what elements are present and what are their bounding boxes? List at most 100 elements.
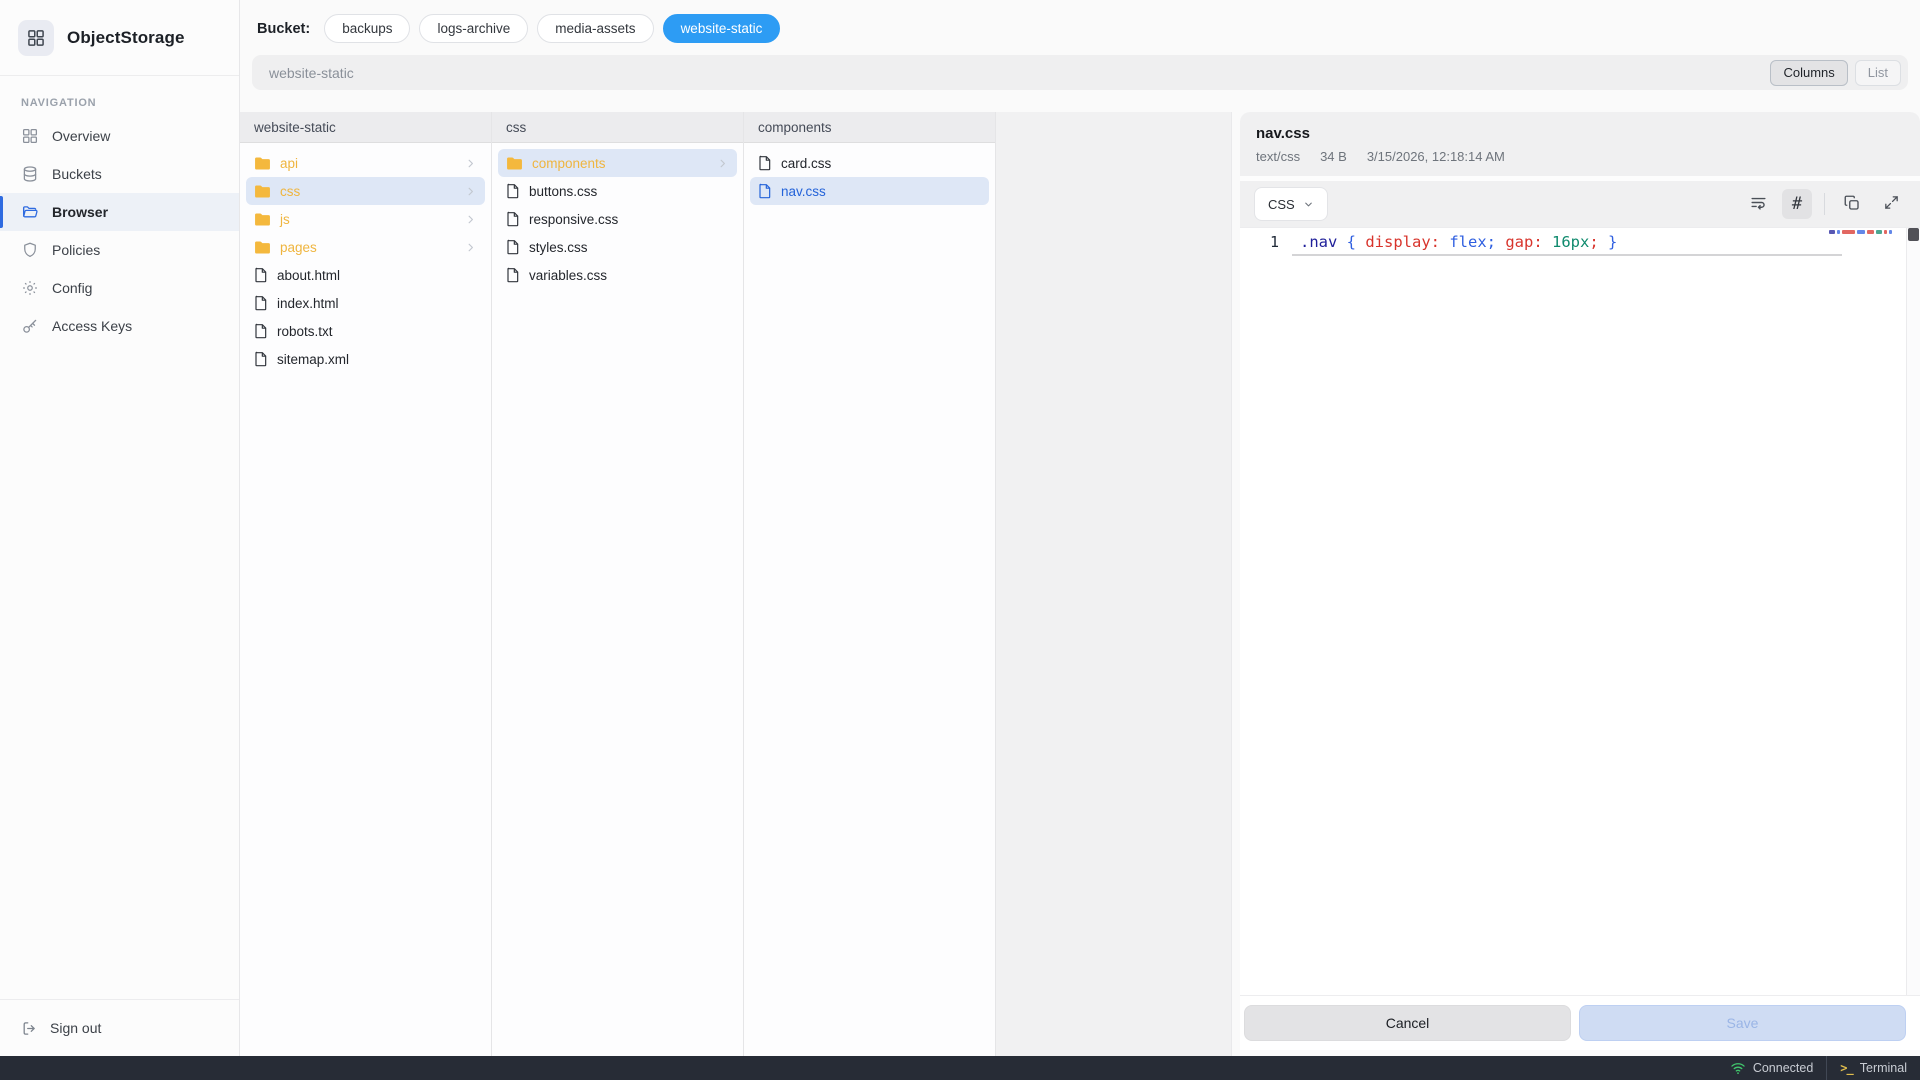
minimap-mark bbox=[1837, 230, 1840, 234]
wifi-icon bbox=[1730, 1061, 1746, 1075]
sidebar-item-buckets[interactable]: Buckets bbox=[0, 155, 239, 193]
entry-name: api bbox=[280, 156, 298, 171]
sign-out-label: Sign out bbox=[50, 1020, 101, 1036]
folder-row-css[interactable]: css bbox=[246, 177, 485, 205]
file-row-responsive-css[interactable]: responsive.css bbox=[498, 205, 737, 233]
file-row-variables-css[interactable]: variables.css bbox=[498, 261, 737, 289]
folder-row-components[interactable]: components bbox=[498, 149, 737, 177]
column-header: css bbox=[492, 112, 743, 143]
connection-status: Connected bbox=[1717, 1056, 1826, 1080]
bucket-pill-list: backups logs-archive media-assets website-s… bbox=[324, 14, 780, 43]
file-row-nav-css[interactable]: nav.css bbox=[750, 177, 989, 205]
chevron-right-icon bbox=[716, 157, 729, 170]
entry-name: sitemap.xml bbox=[277, 352, 349, 367]
minimap-mark bbox=[1829, 230, 1835, 234]
miller-columns: website-staticapicssjspagesabout.htmlind… bbox=[240, 112, 1232, 1056]
language-select[interactable]: CSS bbox=[1254, 187, 1328, 221]
code-token: .nav bbox=[1300, 233, 1347, 251]
editor-footer: Cancel Save bbox=[1240, 995, 1920, 1050]
file-icon bbox=[506, 239, 520, 255]
folder-row-pages[interactable]: pages bbox=[246, 233, 485, 261]
bucket-pill-media-assets[interactable]: media-assets bbox=[537, 14, 653, 43]
folder-open-icon bbox=[21, 203, 39, 221]
code-line[interactable]: .nav { display: flex; gap: 16px; } bbox=[1292, 233, 1842, 256]
toolbar-divider bbox=[1824, 193, 1825, 215]
column-css: css components buttons.css responsive.css st… bbox=[492, 112, 744, 1056]
code-token: gap: bbox=[1496, 233, 1543, 251]
app-logo: ObjectStorage bbox=[0, 0, 239, 76]
language-select-value: CSS bbox=[1268, 197, 1295, 212]
terminal-label: Terminal bbox=[1860, 1061, 1907, 1075]
copy-button[interactable] bbox=[1837, 189, 1867, 219]
entry-name: components bbox=[532, 156, 606, 171]
code-token: { bbox=[1347, 233, 1366, 251]
code-token: 16px bbox=[1543, 233, 1590, 251]
file-icon bbox=[254, 267, 268, 283]
file-row-buttons-css[interactable]: buttons.css bbox=[498, 177, 737, 205]
entry-name: responsive.css bbox=[529, 212, 618, 227]
nav-section-label: NAVIGATION bbox=[21, 97, 239, 109]
sidebar-item-access-keys[interactable]: Access Keys bbox=[0, 307, 239, 345]
word-wrap-button[interactable] bbox=[1743, 189, 1773, 219]
file-row-sitemap-xml[interactable]: sitemap.xml bbox=[246, 345, 485, 373]
save-button[interactable]: Save bbox=[1579, 1005, 1906, 1041]
logout-icon bbox=[21, 1020, 38, 1037]
view-list-button[interactable]: List bbox=[1855, 60, 1901, 86]
bucket-pill-logs-archive[interactable]: logs-archive bbox=[419, 14, 528, 43]
file-size: 34 B bbox=[1320, 149, 1347, 164]
file-icon bbox=[758, 183, 772, 199]
copy-icon bbox=[1843, 194, 1861, 215]
code-token: flex; bbox=[1440, 233, 1496, 251]
sign-out-button[interactable]: Sign out bbox=[0, 999, 239, 1056]
folder-row-api[interactable]: api bbox=[246, 149, 485, 177]
sidebar-item-browser[interactable]: Browser bbox=[0, 193, 239, 231]
editor-scrollbar-thumb[interactable] bbox=[1908, 228, 1919, 241]
entry-name: pages bbox=[280, 240, 317, 255]
sidebar-item-label: Browser bbox=[52, 204, 108, 220]
file-icon bbox=[758, 155, 772, 171]
path-bar: website-static Columns List bbox=[252, 55, 1908, 90]
view-toggle: Columns List bbox=[1770, 60, 1901, 86]
column-components: componentscard.cssnav.css bbox=[744, 112, 996, 1056]
minimap-mark bbox=[1876, 230, 1882, 234]
fullscreen-button[interactable] bbox=[1876, 189, 1906, 219]
sidebar-item-label: Access Keys bbox=[52, 318, 132, 334]
sidebar-nav: OverviewBuckets Browser Policies Config Acce… bbox=[0, 117, 239, 345]
file-header: nav.css text/css 34 B 3/15/2026, 12:18:1… bbox=[1240, 112, 1920, 176]
file-modified: 3/15/2026, 12:18:14 AM bbox=[1367, 149, 1505, 164]
view-columns-button[interactable]: Columns bbox=[1770, 60, 1847, 86]
grid-icon bbox=[21, 127, 39, 145]
entry-name: robots.txt bbox=[277, 324, 333, 339]
minimap-mark bbox=[1884, 230, 1887, 234]
file-row-styles-css[interactable]: styles.css bbox=[498, 233, 737, 261]
bucket-pill-backups[interactable]: backups bbox=[324, 14, 410, 43]
folder-solid-icon bbox=[254, 212, 271, 227]
bucket-pill-website-static[interactable]: website-static bbox=[663, 14, 781, 43]
cancel-button[interactable]: Cancel bbox=[1244, 1005, 1571, 1041]
sidebar-item-policies[interactable]: Policies bbox=[0, 231, 239, 269]
file-name: nav.css bbox=[1256, 125, 1904, 142]
code-line-row: 1 .nav { display: flex; gap: 16px; } bbox=[1240, 228, 1920, 256]
column-body: api cssjs pages about.html index.html robots.… bbox=[240, 143, 491, 379]
file-row-about-html[interactable]: about.html bbox=[246, 261, 485, 289]
file-row-card-css[interactable]: card.css bbox=[750, 149, 989, 177]
code-editor[interactable]: 1 .nav { display: flex; gap: 16px; } bbox=[1240, 227, 1920, 995]
sidebar-item-label: Policies bbox=[52, 242, 100, 258]
terminal-button[interactable]: >_ Terminal bbox=[1827, 1056, 1920, 1080]
minimap-mark bbox=[1867, 230, 1873, 234]
editor-toolbar: CSS bbox=[1240, 181, 1920, 227]
app-title: ObjectStorage bbox=[67, 28, 185, 48]
folder-row-js[interactable]: js bbox=[246, 205, 485, 233]
current-path: website-static bbox=[269, 65, 354, 81]
chevron-down-icon bbox=[1303, 199, 1314, 210]
minimap-mark bbox=[1842, 230, 1855, 234]
chevron-right-icon bbox=[464, 157, 477, 170]
line-numbers-button[interactable]: # bbox=[1782, 189, 1812, 219]
file-row-robots-txt[interactable]: robots.txt bbox=[246, 317, 485, 345]
entry-name: about.html bbox=[277, 268, 340, 283]
sidebar-item-overview[interactable]: Overview bbox=[0, 117, 239, 155]
sidebar-item-config[interactable]: Config bbox=[0, 269, 239, 307]
file-row-index-html[interactable]: index.html bbox=[246, 289, 485, 317]
entry-name: buttons.css bbox=[529, 184, 597, 199]
entry-name: styles.css bbox=[529, 240, 588, 255]
